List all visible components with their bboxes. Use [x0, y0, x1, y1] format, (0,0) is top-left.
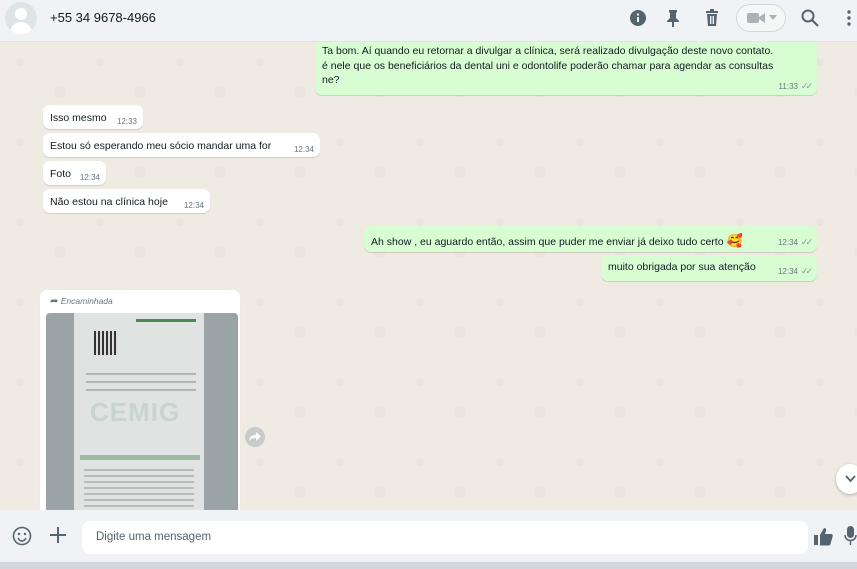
bill-logo-text: CEMIG: [90, 397, 181, 427]
message-meta: 11:33 ✓✓: [778, 80, 813, 92]
message-time: 12:34: [777, 267, 798, 276]
chevron-down-icon: [769, 15, 777, 20]
forward-arrow-icon: ➦: [50, 296, 59, 307]
avatar-head: [15, 8, 27, 20]
chat-header: +55 34 9678-4966: [0, 0, 857, 42]
message-text: Ah show , eu aguardo então, assim que pu…: [371, 236, 724, 248]
forwarded-label: ➦ Encaminhada: [50, 296, 113, 307]
emoji-icon[interactable]: [12, 526, 32, 546]
bill-line: [86, 389, 196, 391]
message-bubble-incoming[interactable]: Isso mesmo 12:33: [43, 105, 143, 129]
double-check-icon: ✓✓: [800, 237, 813, 247]
message-text: Foto: [50, 168, 72, 180]
forward-button[interactable]: [245, 427, 265, 447]
message-bubble-outgoing[interactable]: muito obrigada por sua atenção 12:34 ✓✓: [601, 255, 817, 281]
message-text: ne?: [322, 74, 340, 86]
plus-icon[interactable]: [49, 526, 67, 544]
bill-green-strip: [80, 455, 200, 460]
contact-avatar[interactable]: [5, 2, 37, 34]
message-bubble-outgoing[interactable]: Ah show , eu aguardo então, assim que pu…: [364, 226, 817, 252]
trash-icon[interactable]: [703, 9, 721, 27]
forward-icon: [249, 432, 261, 442]
message-time: 12:34: [293, 145, 314, 154]
double-check-icon: ✓✓: [800, 266, 813, 276]
thumbs-up-icon[interactable]: [814, 528, 834, 546]
qr-code: [94, 331, 118, 355]
double-check-icon: ✓✓: [800, 81, 813, 91]
emoji-smiling-hearts: 🥰: [726, 233, 743, 248]
message-meta: 12:34 ✓✓: [777, 265, 813, 277]
bill-line: [86, 381, 196, 383]
menu-icon[interactable]: [840, 9, 857, 27]
message-bubble-incoming[interactable]: Estou só esperando meu sócio mandar uma …: [43, 133, 320, 157]
search-icon[interactable]: [801, 9, 819, 27]
scroll-down-button[interactable]: [836, 464, 857, 494]
message-text: Ta bom. Aí quando eu retornar a divulgar…: [322, 45, 774, 57]
message-bubble-forwarded-image[interactable]: ➦ Encaminhada CEMIG: [40, 290, 240, 510]
avatar-body: [10, 22, 32, 34]
bill-line: [86, 373, 196, 375]
pin-icon[interactable]: [664, 9, 682, 27]
message-bubble-incoming[interactable]: Não estou na clínica hoje 12:34: [43, 189, 210, 213]
video-call-button[interactable]: [736, 4, 786, 32]
message-text: é nele que os beneficiários da dental un…: [322, 59, 774, 72]
chat-area: Ta bom. Aí quando eu retornar a divulgar…: [0, 42, 857, 510]
message-text: Não estou na clínica hoje: [50, 196, 168, 208]
message-input[interactable]: Digite uma mensagem: [82, 521, 808, 554]
message-time: 12:34: [183, 201, 204, 210]
message-meta: 12:34 ✓✓: [777, 236, 813, 248]
forwarded-text: Encaminhada: [60, 296, 113, 306]
message-text: muito obrigada por sua atenção: [608, 261, 756, 273]
message-bubble-incoming[interactable]: Foto 12:34: [43, 161, 106, 185]
message-bubble-outgoing[interactable]: Ta bom. Aí quando eu retornar a divulgar…: [315, 42, 817, 95]
bill-table: [84, 467, 194, 507]
message-text: Isso mesmo: [50, 112, 107, 124]
message-time: 12:33: [116, 117, 137, 126]
message-time: 11:33: [778, 82, 798, 91]
info-icon[interactable]: [629, 9, 647, 27]
message-time: 12:34: [777, 238, 798, 247]
contact-name[interactable]: +55 34 9678-4966: [50, 10, 156, 25]
forwarded-image[interactable]: CEMIG: [46, 313, 238, 510]
window-bottom-edge: [0, 562, 857, 569]
composer-bar: Digite uma mensagem: [0, 510, 857, 562]
video-call-icon: [747, 13, 765, 23]
microphone-icon[interactable]: [844, 526, 857, 546]
message-text: Estou só esperando meu sócio mandar uma …: [50, 140, 272, 152]
message-time: 12:34: [79, 173, 100, 182]
chevron-down-icon: [845, 475, 856, 483]
bill-green-bar: [136, 319, 196, 322]
